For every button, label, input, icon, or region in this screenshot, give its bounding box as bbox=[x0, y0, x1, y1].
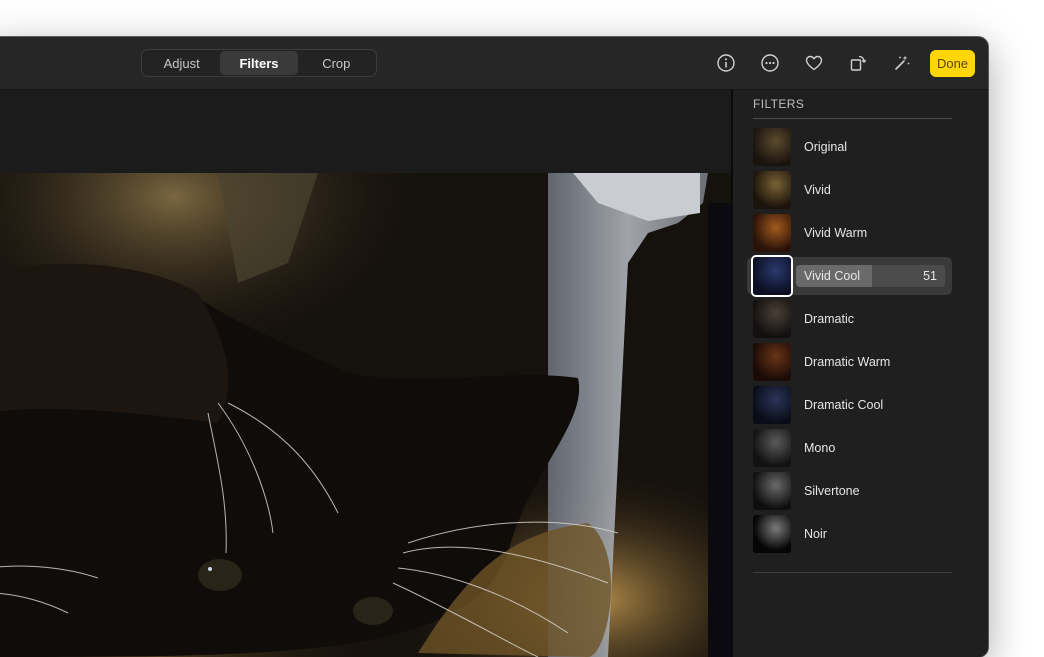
filter-label: Mono bbox=[804, 441, 836, 455]
filter-label: Dramatic Warm bbox=[804, 355, 891, 369]
filter-thumbnail bbox=[753, 515, 791, 553]
photo-image bbox=[0, 173, 732, 657]
filter-dramatic[interactable]: Dramatic bbox=[747, 300, 952, 338]
filter-thumbnail bbox=[753, 472, 791, 510]
filter-thumbnail bbox=[753, 300, 791, 338]
magic-wand-icon[interactable] bbox=[891, 52, 913, 74]
filter-label: Dramatic bbox=[804, 312, 855, 326]
filter-label: Vivid bbox=[804, 183, 831, 197]
toolbar: Adjust Filters Crop Done bbox=[0, 37, 988, 90]
filter-thumbnail bbox=[753, 128, 791, 166]
filters-sidebar: FILTERS Original Vivid Vivid Warm Vivid … bbox=[733, 90, 988, 657]
sidebar-bottom-divider bbox=[753, 572, 952, 573]
filter-thumbnail bbox=[753, 386, 791, 424]
filter-original[interactable]: Original bbox=[747, 128, 952, 166]
filter-thumbnail bbox=[753, 257, 791, 295]
filter-dramatic-warm[interactable]: Dramatic Warm bbox=[747, 343, 952, 381]
filter-vivid[interactable]: Vivid bbox=[747, 171, 952, 209]
filter-vivid-warm[interactable]: Vivid Warm bbox=[747, 214, 952, 252]
filter-label: Vivid Cool bbox=[804, 269, 861, 283]
info-icon[interactable] bbox=[715, 52, 737, 74]
filter-mono[interactable]: Mono bbox=[747, 429, 952, 467]
tab-crop[interactable]: Crop bbox=[298, 51, 375, 75]
filter-label: Original bbox=[804, 140, 848, 154]
filter-intensity-value: 51 bbox=[923, 269, 937, 283]
filter-intensity-slider[interactable]: Vivid Cool 51 bbox=[796, 265, 945, 287]
filter-thumbnail bbox=[753, 214, 791, 252]
filter-label: Vivid Warm bbox=[804, 226, 868, 240]
filter-label: Silvertone bbox=[804, 484, 860, 498]
filter-vivid-cool[interactable]: Vivid Cool 51 bbox=[747, 257, 952, 295]
done-button[interactable]: Done bbox=[930, 50, 975, 77]
filter-thumbnail bbox=[753, 429, 791, 467]
sidebar-title: FILTERS bbox=[753, 97, 805, 111]
more-icon[interactable] bbox=[759, 52, 781, 74]
sidebar-divider bbox=[753, 118, 952, 119]
filter-thumbnail bbox=[753, 171, 791, 209]
filter-thumbnail bbox=[753, 343, 791, 381]
photos-editor-window: Adjust Filters Crop Done FILTERS Origina… bbox=[0, 37, 988, 657]
filter-label: Noir bbox=[804, 527, 827, 541]
photo-canvas-area bbox=[0, 90, 732, 657]
filter-label: Dramatic Cool bbox=[804, 398, 884, 412]
tab-filters[interactable]: Filters bbox=[220, 51, 298, 75]
filter-silvertone[interactable]: Silvertone bbox=[747, 472, 952, 510]
heart-icon[interactable] bbox=[803, 52, 825, 74]
edit-mode-segmented-control: Adjust Filters Crop bbox=[141, 49, 377, 77]
filter-noir[interactable]: Noir bbox=[747, 515, 952, 553]
filter-dramatic-cool[interactable]: Dramatic Cool bbox=[747, 386, 952, 424]
tab-adjust[interactable]: Adjust bbox=[143, 51, 220, 75]
rotate-icon[interactable] bbox=[847, 52, 869, 74]
